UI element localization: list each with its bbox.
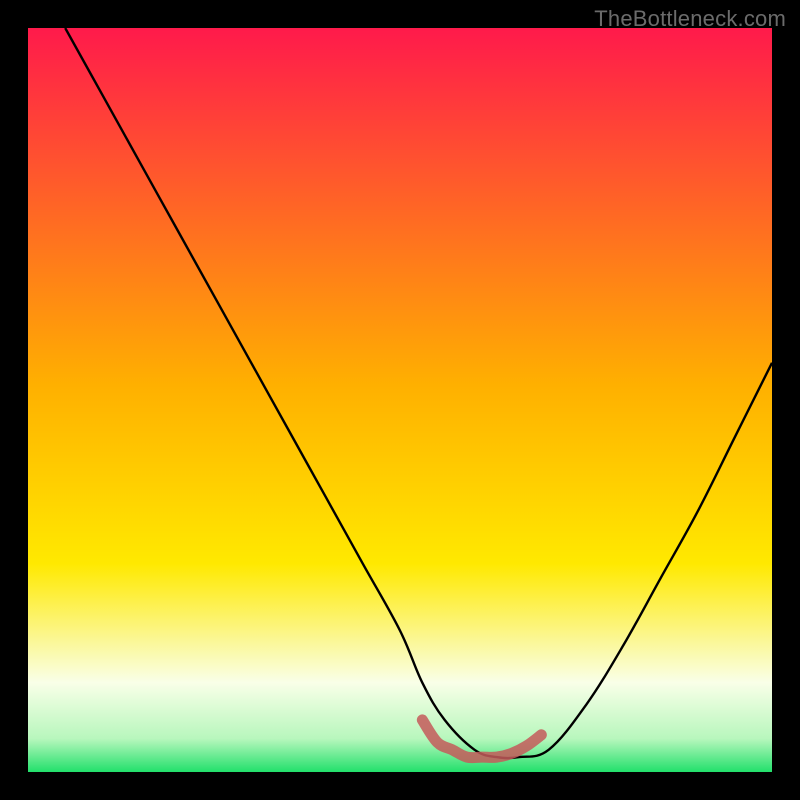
gradient-background bbox=[28, 28, 772, 772]
chart-container: TheBottleneck.com bbox=[0, 0, 800, 800]
watermark-attribution: TheBottleneck.com bbox=[594, 6, 786, 32]
chart-svg bbox=[28, 28, 772, 772]
plot-area bbox=[28, 28, 772, 772]
